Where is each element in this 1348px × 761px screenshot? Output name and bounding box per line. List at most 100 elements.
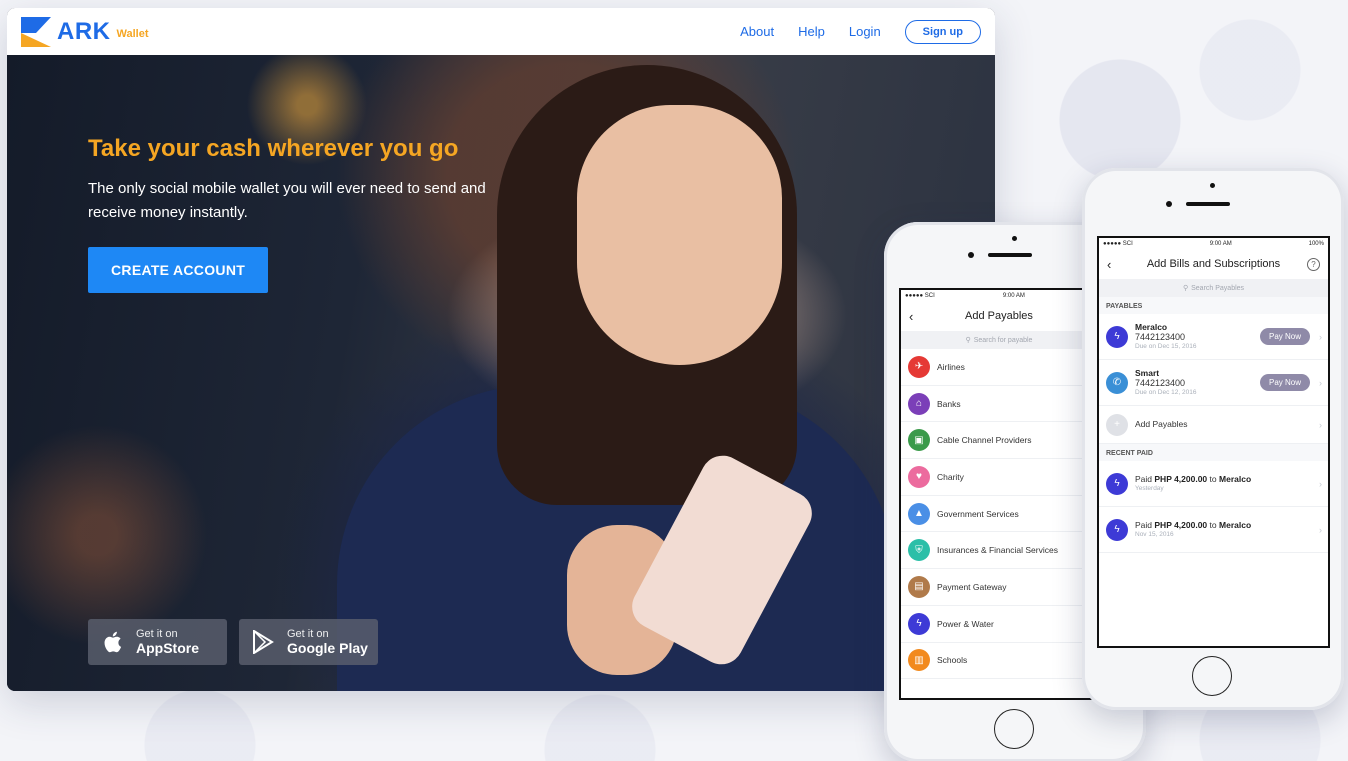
hero-title: Take your cash wherever you go <box>88 135 459 162</box>
appstore-caption: Get it on <box>136 628 178 640</box>
bill-row-smart[interactable]: ✆ Smart 7442123400 Due on Dec 12, 2016 P… <box>1099 360 1328 406</box>
status-bar: ●●●●● SCI 9:00 AM <box>901 290 1097 301</box>
heart-icon: ♥ <box>908 465 930 488</box>
hero-photo-face <box>577 105 782 365</box>
google-play-caption: Get it on <box>287 628 329 640</box>
bills-search-placeholder: Search Payables <box>1191 284 1245 292</box>
category-item[interactable]: ♥ Charity <box>901 459 1097 496</box>
category-item[interactable]: ⛨ Insurances & Financial Services <box>901 532 1097 570</box>
bank-icon: ⌂ <box>908 392 930 415</box>
payables-search-input[interactable]: ⚲ Search for payable <box>901 331 1097 349</box>
payables-search-placeholder: Search for payable <box>973 336 1033 344</box>
chevron-right-icon: › <box>1319 419 1322 430</box>
category-label: Charity <box>937 471 964 482</box>
category-list: ✈ Airlines ⌂ Banks ▣ Cable Channel Providers ♥… <box>901 349 1097 680</box>
bill-name: Smart <box>1135 368 1160 378</box>
logo[interactable]: ARK Wallet <box>21 16 149 47</box>
home-button[interactable] <box>994 709 1034 749</box>
power-icon: ϟ <box>1106 325 1128 348</box>
nav-help-link[interactable]: Help <box>798 24 825 39</box>
add-payables-label: Add Payables <box>1135 419 1188 429</box>
tv-icon: ▣ <box>908 429 930 452</box>
payables-screen: ●●●●● SCI 9:00 AM ‹ Add Payables ⚲ Searc… <box>899 288 1099 700</box>
category-item[interactable]: ⌂ Banks <box>901 386 1097 423</box>
recent-to: to <box>1209 474 1217 484</box>
phone-sensor <box>1210 183 1215 188</box>
appstore-button[interactable]: Get it on AppStore <box>88 619 227 665</box>
wallet-icon: ▤ <box>908 575 930 598</box>
top-nav: ARK Wallet About Help Login Sign up <box>7 8 995 55</box>
recent-to: to <box>1209 520 1217 530</box>
nav-about-link[interactable]: About <box>740 24 774 39</box>
power-icon: ϟ <box>1106 518 1128 541</box>
bills-title: Add Bills and Subscriptions <box>1146 258 1281 270</box>
category-label: Cable Channel Providers <box>937 435 1032 446</box>
pay-now-button[interactable]: Pay Now <box>1259 328 1310 345</box>
recent-payment-text: Paid PHP 4,200.00 to Meralco <box>1135 520 1251 531</box>
chevron-right-icon: › <box>1319 478 1322 489</box>
recent-payee: Meralco <box>1219 474 1252 484</box>
power-icon: ϟ <box>1106 472 1128 495</box>
google-play-button[interactable]: Get it on Google Play <box>239 619 378 665</box>
bills-search-input[interactable]: ⚲ Search Payables <box>1099 279 1328 297</box>
bill-number: 7442123400 <box>1135 378 1186 388</box>
signup-button[interactable]: Sign up <box>904 19 981 44</box>
status-carrier: ●●●●● SCI <box>905 292 935 299</box>
brand-name: ARK <box>57 17 111 45</box>
category-item[interactable]: ✈ Airlines <box>901 349 1097 386</box>
recent-amount: PHP 4,200.00 <box>1154 520 1208 530</box>
phone-camera <box>968 252 974 258</box>
bill-row-meralco[interactable]: ϟ Meralco 7442123400 Due on Dec 15, 2016… <box>1099 314 1328 360</box>
recent-prefix: Paid <box>1135 520 1153 530</box>
category-item[interactable]: ▥ Schools <box>901 643 1097 680</box>
category-item[interactable]: ▤ Payment Gateway <box>901 569 1097 606</box>
chevron-right-icon: › <box>1319 524 1322 535</box>
recent-row[interactable]: ϟ Paid PHP 4,200.00 to Meralco Yesterday… <box>1099 461 1328 507</box>
hero-copy: Take your cash wherever you go The only … <box>88 135 508 293</box>
help-icon[interactable]: ? <box>1307 257 1320 271</box>
category-item[interactable]: ▣ Cable Channel Providers <box>901 422 1097 460</box>
bill-name: Meralco <box>1135 322 1168 332</box>
apple-icon <box>100 629 124 655</box>
category-item[interactable]: ϟ Power & Water <box>901 606 1097 643</box>
recent-row[interactable]: ϟ Paid PHP 4,200.00 to Meralco Nov 15, 2… <box>1099 507 1328 553</box>
nav-links: About Help Login Sign up <box>740 19 981 44</box>
category-label: Insurances & Financial Services <box>937 545 1058 556</box>
bill-due: Due on Dec 12, 2016 <box>1135 389 1197 396</box>
category-label: Government Services <box>937 508 1019 519</box>
plane-icon: ✈ <box>908 355 930 378</box>
category-label: Schools <box>937 655 968 666</box>
plus-icon: + <box>1106 413 1128 436</box>
create-account-button[interactable]: CREATE ACCOUNT <box>88 247 269 293</box>
chevron-right-icon: › <box>1319 331 1322 342</box>
nav-login-link[interactable]: Login <box>849 24 881 39</box>
status-time: 9:00 AM <box>1209 240 1232 247</box>
hero-subtitle: The only social mobile wallet you will e… <box>88 180 486 221</box>
category-label: Payment Gateway <box>937 581 1007 592</box>
hero-section: Take your cash wherever you go The only … <box>7 55 995 691</box>
status-time: 9:00 AM <box>1002 292 1025 299</box>
pay-now-button[interactable]: Pay Now <box>1259 374 1310 391</box>
payables-title: Add Payables <box>965 310 1033 322</box>
phone-speaker <box>1186 202 1230 206</box>
play-icon <box>251 629 275 655</box>
phone-add-bills: ●●●●● SCI 9:00 AM 100% ‹ Add Bills and S… <box>1082 168 1344 710</box>
book-icon: ▥ <box>908 649 930 672</box>
category-label: Banks <box>937 398 961 409</box>
recent-amount: PHP 4,200.00 <box>1154 474 1208 484</box>
status-carrier: ●●●●● SCI <box>1103 240 1133 247</box>
logo-mark-icon <box>21 16 51 47</box>
category-label: Power & Water <box>937 618 994 629</box>
search-icon: ⚲ <box>1182 285 1189 292</box>
shield-icon: ⛨ <box>908 539 930 562</box>
category-item[interactable]: ▲ Government Services <box>901 496 1097 533</box>
category-label: Airlines <box>937 361 965 372</box>
google-play-label: Google Play <box>287 640 368 656</box>
website-preview: ARK Wallet About Help Login Sign up Take… <box>7 8 995 691</box>
phone-camera <box>1166 201 1172 207</box>
add-payables-row[interactable]: + Add Payables › <box>1099 406 1328 444</box>
phone-icon: ✆ <box>1106 371 1128 394</box>
home-button[interactable] <box>1192 656 1232 696</box>
back-chevron-icon[interactable]: ‹ <box>909 309 913 324</box>
back-chevron-icon[interactable]: ‹ <box>1107 257 1111 272</box>
